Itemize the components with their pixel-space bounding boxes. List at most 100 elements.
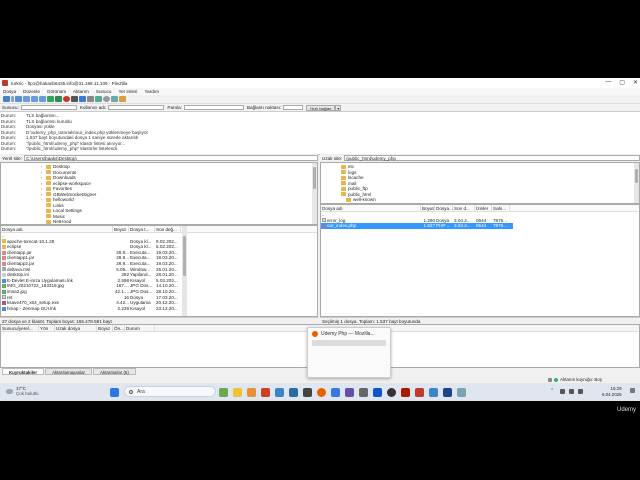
binoculars-icon[interactable]	[119, 96, 126, 102]
app-icon[interactable]	[443, 387, 452, 397]
local-path-input[interactable]: C:\Users\baaks\Desktop\	[24, 155, 318, 161]
folder-icon	[46, 208, 51, 213]
col-filename[interactable]: Dosya adı	[1, 226, 113, 232]
host-input[interactable]	[20, 105, 77, 110]
col-owner[interactable]: Sahi...	[492, 205, 510, 211]
app-icon[interactable]	[429, 387, 438, 397]
clock[interactable]: 16:29 6.04.2025	[602, 386, 622, 397]
col-modified[interactable]: Son değ...	[155, 226, 181, 232]
remote-path-input[interactable]: /public_html/udemy_php	[344, 155, 640, 161]
filter-icon[interactable]	[111, 96, 118, 102]
col-priority[interactable]: Ön...	[113, 325, 125, 331]
toggle-remote-tree-icon[interactable]	[31, 96, 38, 102]
battery-icon[interactable]	[578, 389, 583, 394]
minimize-button[interactable]: —	[605, 79, 611, 86]
menu-file[interactable]: Dosya	[3, 89, 16, 94]
weather-widget[interactable]: 17°C Çok bulutlu	[6, 386, 39, 396]
file-row[interactable]: hmap - Zenmap GUI.lnk 2.239 Kısayol 23.12.2…	[1, 306, 317, 312]
search-label: Ara	[137, 388, 145, 395]
app-icon[interactable]	[345, 387, 354, 397]
col-size[interactable]: Boyut	[421, 205, 435, 211]
app-icon[interactable]	[373, 387, 382, 397]
tab-queued[interactable]: Kuyruktakiler	[2, 368, 45, 375]
search-box[interactable]: Ara	[124, 386, 216, 397]
col-type[interactable]: Dosya...	[435, 205, 453, 211]
tab-failed[interactable]: Aktarılamayanlar	[45, 368, 93, 375]
quickconnect-button[interactable]: Hızlı bağlan	[306, 104, 336, 111]
col-size[interactable]: Boyut	[113, 226, 129, 232]
file-explorer-icon[interactable]	[233, 387, 242, 397]
menu-help[interactable]: Yardım	[144, 89, 158, 94]
toggle-log-icon[interactable]	[15, 96, 22, 102]
app-icon[interactable]	[387, 387, 396, 397]
tray-overflow-icon[interactable]: ⌃	[550, 388, 554, 394]
username-input[interactable]	[108, 105, 165, 110]
quickconnect-dropdown-button[interactable]: ▾	[335, 104, 342, 111]
col-direction[interactable]: Yön	[39, 325, 55, 331]
tab-successful[interactable]: Aktarılanlar (6)	[93, 368, 136, 375]
col-filename[interactable]: Dosya adı	[321, 205, 421, 211]
menu-bookmarks[interactable]: Yer imleri	[118, 89, 137, 94]
password-input[interactable]	[183, 105, 244, 110]
col-type[interactable]: Dosya t...	[129, 226, 155, 232]
reconnect-icon[interactable]	[79, 96, 86, 102]
host-label: Sunucu:	[2, 105, 19, 110]
task-view-icon[interactable]	[219, 387, 228, 397]
app-icon[interactable]	[401, 387, 410, 397]
col-modified[interactable]: Son d...	[453, 205, 475, 211]
local-tree-scrollbar[interactable]	[312, 163, 317, 224]
app-icon[interactable]	[331, 387, 340, 397]
menu-view[interactable]: Görünüm	[47, 89, 66, 94]
speaker-icon[interactable]	[569, 389, 574, 394]
menu-edit[interactable]: Düzenle	[23, 89, 40, 94]
maximize-button[interactable]: ▢	[619, 79, 625, 86]
process-queue-icon[interactable]	[55, 96, 62, 102]
col-status[interactable]: Durum	[125, 325, 155, 331]
app-icon[interactable]	[457, 387, 466, 397]
remote-directory-tree: etc logs lscache mail public_ftp public_…	[320, 162, 640, 204]
menu-transfer[interactable]: Aktarım	[73, 89, 89, 94]
file-row-selected[interactable]: our_index.php 1.537 PHP ... 3.04.2... 0644 78…	[321, 223, 513, 229]
edge-icon[interactable]	[275, 387, 284, 397]
disconnect-icon[interactable]	[71, 96, 78, 102]
notification-icon[interactable]	[630, 388, 635, 393]
search-icon[interactable]	[103, 96, 110, 102]
col-size[interactable]: Boyut	[97, 325, 113, 331]
remote-tree-scrollbar[interactable]	[634, 163, 639, 203]
toggle-local-tree-icon[interactable]	[23, 96, 30, 102]
app-icon[interactable]	[303, 387, 312, 397]
local-file-scrollbar[interactable]	[182, 226, 187, 316]
site-manager-dropdown-icon[interactable]	[11, 96, 14, 102]
close-button[interactable]: ✕	[633, 79, 638, 86]
folder-icon	[46, 186, 51, 191]
port-input[interactable]	[283, 105, 304, 110]
toggle-queue-icon[interactable]	[39, 96, 46, 102]
app-icon[interactable]	[359, 387, 368, 397]
filezilla-taskbar-icon[interactable]	[415, 387, 424, 397]
cancel-icon[interactable]	[63, 96, 70, 102]
start-icon[interactable]	[110, 387, 119, 397]
tree-item[interactable]: well-known	[336, 197, 639, 203]
col-server[interactable]: Sunucu/yerel...	[1, 325, 39, 331]
taskbar-preview-popup[interactable]: Udemy Php — Mozilla...	[307, 327, 391, 378]
title-bar: turkric - ftp1@hakanb6435.info@31.186.11…	[0, 78, 640, 88]
sync-browse-icon[interactable]	[95, 96, 102, 102]
directory-compare-icon[interactable]	[87, 96, 94, 102]
jar-file-icon	[2, 256, 6, 261]
refresh-icon[interactable]	[47, 96, 54, 102]
php-file-icon	[322, 223, 326, 228]
col-remote-file[interactable]: Uzak dosya	[55, 325, 97, 331]
menu-server[interactable]: Sunucu	[96, 89, 112, 94]
col-permissions[interactable]: İzinler	[475, 205, 492, 211]
app-icon[interactable]	[247, 387, 256, 397]
site-manager-icon[interactable]	[3, 96, 10, 102]
store-icon[interactable]	[289, 387, 298, 397]
network-icon[interactable]	[560, 389, 565, 394]
folder-icon	[341, 186, 346, 191]
local-status: 27 dosya ve 2 klasör. Toplam boyut: 165.…	[0, 317, 318, 324]
tree-item[interactable]: NetHood	[41, 219, 317, 224]
app-icon[interactable]	[261, 387, 270, 397]
clock-date: 6.04.2025	[602, 391, 622, 397]
folder-icon	[341, 164, 346, 169]
firefox-taskbar-icon[interactable]	[317, 387, 326, 397]
